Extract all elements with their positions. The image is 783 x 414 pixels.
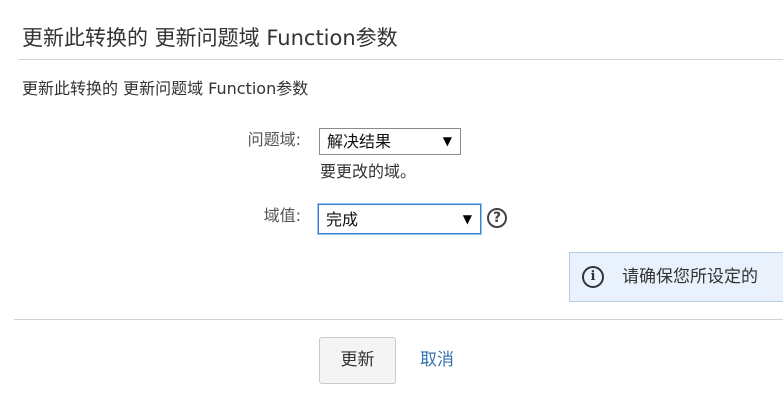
page-title: 更新此转换的 更新问题域 Function参数 [22, 26, 398, 50]
form-description: 更新此转换的 更新问题域 Function参数 [22, 79, 309, 98]
update-button[interactable]: 更新 [319, 337, 396, 384]
cancel-link[interactable]: 取消 [420, 348, 454, 372]
dropdown-arrow-icon: ▼ [442, 134, 452, 148]
title-divider [18, 59, 783, 60]
dropdown-arrow-icon: ▼ [462, 212, 472, 226]
issue-field-help-text: 要更改的域。 [320, 162, 417, 181]
question-circle-icon[interactable]: ? [487, 208, 507, 228]
field-value-selected-value: 完成 [326, 210, 359, 229]
issue-field-selected-value: 解决结果 [327, 132, 392, 151]
info-message: i 请确保您所设定的 [569, 252, 783, 302]
issue-field-select[interactable]: 解决结果 ▼ [319, 128, 461, 155]
field-value-select[interactable]: 完成 ▼ [317, 203, 482, 235]
info-message-text: 请确保您所设定的 [622, 267, 758, 287]
page: 更新此转换的 更新问题域 Function参数 更新此转换的 更新问题域 Fun… [0, 0, 783, 414]
info-circle-icon: i [582, 266, 604, 288]
field-value-label: 域值: [263, 206, 301, 225]
issue-field-label: 问题域: [247, 130, 301, 149]
footer-divider [14, 319, 783, 320]
